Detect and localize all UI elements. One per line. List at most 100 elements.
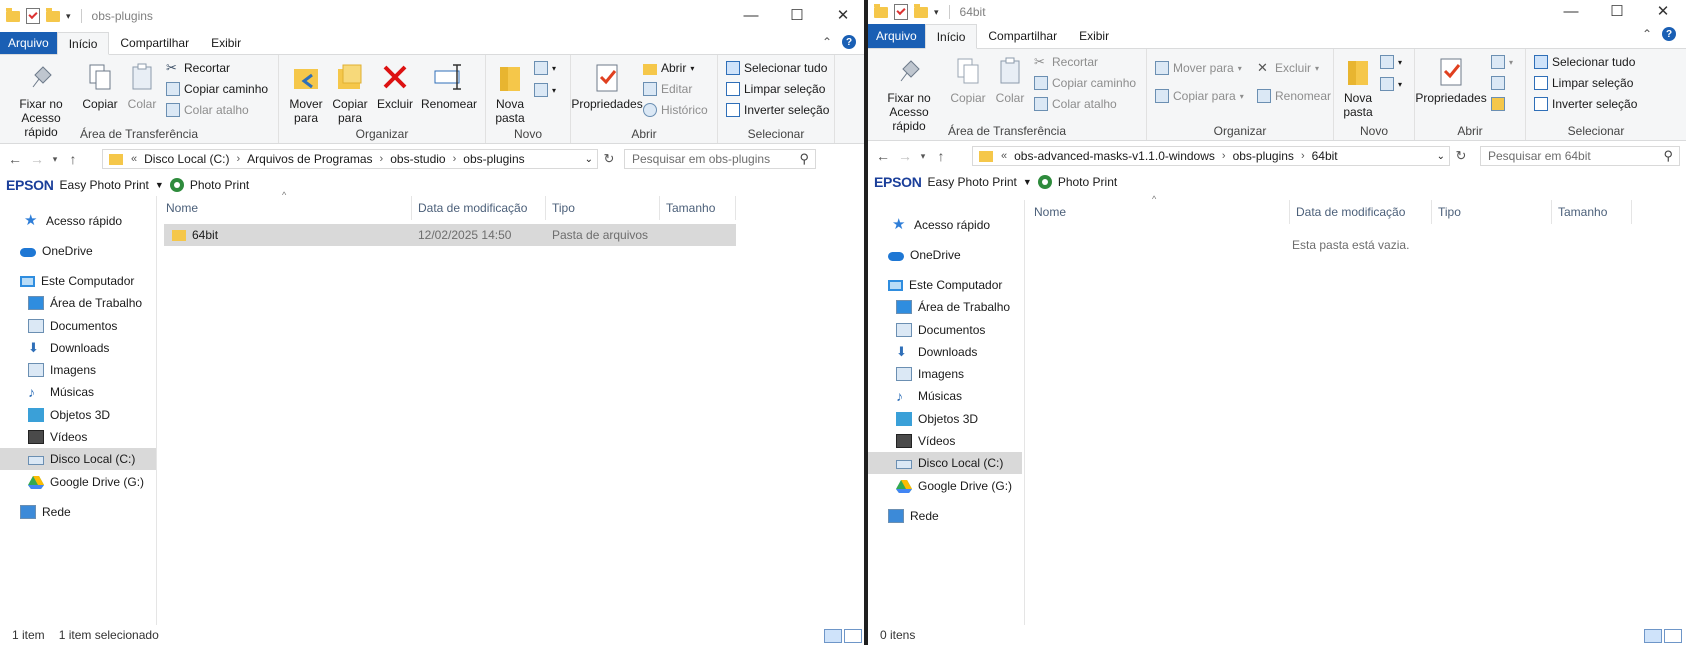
new-item-button[interactable]: ▾: [1380, 55, 1402, 69]
paste-button[interactable]: Colar: [992, 55, 1028, 105]
tab-file[interactable]: Arquivo: [868, 24, 925, 48]
address-dropdown-icon[interactable]: ⌄: [1437, 151, 1445, 162]
collapse-ribbon-icon[interactable]: ⌃: [822, 35, 832, 49]
properties-button[interactable]: Propriedades: [571, 61, 643, 111]
edit-button[interactable]: Editar: [643, 82, 692, 96]
folder-icon[interactable]: [6, 7, 20, 22]
invert-selection-button[interactable]: Inverter seleção: [726, 103, 829, 117]
paste-button[interactable]: Colar: [124, 61, 160, 111]
column-type[interactable]: Tipo: [546, 196, 660, 220]
copy-button[interactable]: Copiar: [948, 55, 988, 105]
select-all-button[interactable]: Selecionar tudo: [726, 61, 827, 75]
breadcrumb-item[interactable]: obs-plugins: [458, 152, 529, 166]
help-icon[interactable]: ?: [842, 35, 856, 49]
invert-selection-button[interactable]: Inverter seleção: [1534, 97, 1637, 111]
tab-view[interactable]: Exibir: [1068, 24, 1120, 48]
history-button[interactable]: Histórico: [643, 103, 708, 117]
address-bar[interactable]: « Disco Local (C:) › Arquivos de Program…: [102, 149, 598, 169]
minimize-button[interactable]: —: [728, 0, 774, 30]
nav-onedrive[interactable]: OneDrive: [868, 244, 1044, 266]
forward-button[interactable]: →: [26, 151, 48, 167]
column-date-modified[interactable]: Data de modificação: [412, 196, 546, 220]
history-button[interactable]: [1491, 97, 1505, 111]
easy-access-button[interactable]: ▾: [534, 83, 556, 97]
breadcrumb-item[interactable]: Disco Local (C:): [139, 152, 234, 166]
back-button[interactable]: ←: [4, 151, 26, 167]
delete-button[interactable]: Excluir: [375, 61, 415, 111]
easy-photo-print-button[interactable]: Easy Photo Print: [60, 178, 149, 192]
breadcrumb-item[interactable]: obs-plugins: [1228, 149, 1299, 163]
move-to-button[interactable]: Mover para ▾: [1155, 61, 1242, 75]
back-button[interactable]: ←: [872, 148, 894, 164]
column-name[interactable]: Nome: [1028, 200, 1290, 224]
collapse-ribbon-icon[interactable]: ⌃: [1642, 27, 1652, 41]
large-icons-view-icon[interactable]: [1664, 629, 1682, 643]
details-view-icon[interactable]: [824, 629, 842, 643]
photo-print-button[interactable]: Photo Print: [1058, 175, 1117, 189]
breadcrumb-item[interactable]: 64bit: [1307, 149, 1343, 163]
refresh-button[interactable]: ↻: [1452, 146, 1470, 166]
easy-photo-print-dropdown-icon[interactable]: ▼: [1023, 177, 1032, 187]
nav-network[interactable]: Rede: [868, 505, 1044, 527]
column-type[interactable]: Tipo: [1432, 200, 1552, 224]
nav-quick-access[interactable]: ★ Acesso rápido: [868, 214, 1048, 236]
copy-button[interactable]: Copiar: [80, 61, 120, 111]
rename-button[interactable]: Renomear: [417, 61, 481, 111]
nav-network[interactable]: Rede: [0, 501, 176, 523]
table-row[interactable]: 64bit 12/02/2025 14:50 Pasta de arquivos: [164, 224, 736, 246]
tab-share[interactable]: Compartilhar: [109, 32, 200, 54]
minimize-button[interactable]: —: [1548, 0, 1594, 22]
easy-photo-print-dropdown-icon[interactable]: ▼: [155, 180, 164, 190]
breadcrumb-item[interactable]: Arquivos de Programas: [242, 152, 377, 166]
open-dropdown-button[interactable]: ▾: [1491, 55, 1513, 69]
copy-to-button[interactable]: Copiar para: [329, 61, 371, 125]
customize-dropdown-icon[interactable]: ▾: [66, 11, 71, 22]
breadcrumb-item[interactable]: obs-studio: [385, 152, 450, 166]
search-input[interactable]: Pesquisar em 64bit ⚲: [1480, 146, 1680, 166]
properties-icon[interactable]: [894, 4, 908, 20]
new-folder-button[interactable]: Nova pasta: [1340, 55, 1376, 119]
edit-button[interactable]: [1491, 76, 1505, 90]
tab-view[interactable]: Exibir: [200, 32, 252, 54]
customize-dropdown-icon[interactable]: ▾: [934, 7, 939, 18]
nav-onedrive[interactable]: OneDrive: [0, 240, 176, 262]
easy-photo-print-button[interactable]: Easy Photo Print: [928, 175, 1017, 189]
tab-home[interactable]: Início: [56, 32, 110, 55]
clear-selection-button[interactable]: Limpar seleção: [1534, 76, 1633, 90]
column-size[interactable]: Tamanho: [660, 196, 736, 220]
tab-home[interactable]: Início: [924, 24, 978, 49]
pin-quick-access-button[interactable]: Fixar no Acesso rápido: [872, 55, 946, 133]
nav-local-disk[interactable]: Disco Local (C:): [868, 452, 1022, 474]
copy-path-button[interactable]: Copiar caminho: [166, 82, 268, 96]
paste-shortcut-button[interactable]: Colar atalho: [166, 103, 249, 117]
nav-this-pc[interactable]: Este Computador: [868, 274, 1044, 296]
recent-locations-button[interactable]: ▾: [48, 154, 62, 165]
close-button[interactable]: ✕: [820, 0, 866, 30]
properties-icon[interactable]: [26, 8, 40, 24]
up-button[interactable]: ↑: [930, 148, 952, 164]
rename-button[interactable]: Renomear: [1257, 89, 1331, 103]
column-size[interactable]: Tamanho: [1552, 200, 1632, 224]
maximize-button[interactable]: ☐: [1594, 0, 1640, 22]
large-icons-view-icon[interactable]: [844, 629, 862, 643]
breadcrumb-item[interactable]: obs-advanced-masks-v1.1.0-windows: [1009, 149, 1220, 163]
cut-button[interactable]: ✂ Recortar: [1034, 55, 1098, 70]
details-view-icon[interactable]: [1644, 629, 1662, 643]
copy-path-button[interactable]: Copiar caminho: [1034, 76, 1136, 90]
nav-quick-access[interactable]: ★ Acesso rápido: [0, 210, 180, 232]
new-folder-button[interactable]: Nova pasta: [492, 61, 528, 125]
move-to-button[interactable]: Mover para: [285, 61, 327, 125]
maximize-button[interactable]: ☐: [774, 0, 820, 30]
nav-this-pc[interactable]: Este Computador: [0, 270, 176, 292]
easy-access-button[interactable]: ▾: [1380, 77, 1402, 91]
folder-icon[interactable]: [874, 3, 888, 18]
tab-file[interactable]: Arquivo: [0, 32, 57, 54]
address-bar[interactable]: « obs-advanced-masks-v1.1.0-windows › ob…: [972, 146, 1450, 166]
new-item-button[interactable]: ▾: [534, 61, 556, 75]
new-folder-icon[interactable]: [914, 3, 928, 18]
search-input[interactable]: Pesquisar em obs-plugins ⚲: [624, 149, 816, 169]
delete-button[interactable]: ✕ Excluir ▾: [1257, 61, 1319, 76]
copy-to-button[interactable]: Copiar para ▾: [1155, 89, 1244, 103]
new-folder-icon[interactable]: [46, 7, 60, 22]
nav-local-disk[interactable]: Disco Local (C:): [0, 448, 156, 470]
